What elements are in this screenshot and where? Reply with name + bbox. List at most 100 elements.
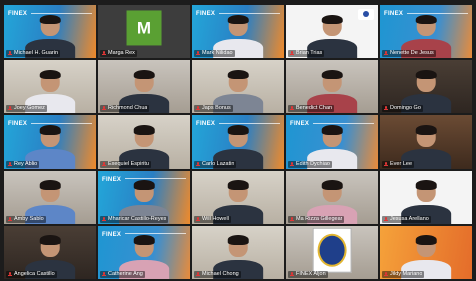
participant-name: Nenette De Jesus — [390, 50, 434, 57]
muted-mic-icon — [102, 272, 106, 277]
muted-mic-icon — [384, 272, 388, 277]
name-label: Angelica Castillo — [6, 271, 57, 278]
name-label: Jesusa Arellano — [382, 215, 431, 223]
video-tile[interactable]: Ma Rizza Gillegear — [286, 170, 378, 224]
participant-name: Mark Nilidao — [202, 50, 233, 57]
video-tile[interactable]: Ever Lee — [380, 115, 472, 169]
participant-name: Brian Trias — [296, 50, 323, 57]
name-label: FINEX Aljon — [288, 271, 328, 278]
muted-mic-icon — [102, 216, 106, 222]
participant-name: Rey Ablio — [14, 160, 38, 167]
name-label: Rey Ablio — [6, 160, 40, 168]
video-tile[interactable]: FINEX Catherine Ang — [98, 225, 190, 279]
name-label: Mark Nilidao — [194, 50, 235, 58]
muted-mic-icon — [290, 106, 294, 111]
name-label: Ever Lee — [382, 160, 415, 168]
muted-mic-icon — [8, 51, 12, 56]
participant-name: Exequiel Espiritu — [108, 160, 149, 167]
muted-mic-icon — [196, 272, 200, 277]
participant-name: Japs Bonus — [202, 105, 231, 112]
video-tile[interactable]: Richmond Chua — [98, 60, 190, 114]
muted-mic-icon — [384, 106, 388, 111]
name-label: Brian Trias — [288, 50, 325, 58]
muted-mic-icon — [290, 216, 294, 222]
participant-name: Angelica Castillo — [14, 271, 55, 277]
video-tile[interactable]: FINEX Rey Ablio — [4, 115, 96, 169]
name-label: Japs Bonus — [194, 105, 233, 113]
participant-name: Michael Chong — [202, 271, 239, 277]
participant-name: Jildy Mariano — [390, 271, 423, 277]
video-tile[interactable]: Michael Chong — [192, 225, 284, 279]
video-tile[interactable]: Benedict Chan — [286, 60, 378, 114]
participant-name: Benedict Chan — [296, 105, 333, 112]
video-tile[interactable]: FINEX Mharicar Castillo-Reyes — [98, 170, 190, 224]
participant-name: Ever Lee — [390, 160, 413, 167]
video-tile[interactable]: FINEX Carlo Lazatin — [192, 115, 284, 169]
muted-mic-icon — [8, 272, 12, 277]
muted-mic-icon — [8, 106, 12, 111]
muted-mic-icon — [290, 51, 294, 56]
participant-name: Carlo Lazatin — [202, 160, 235, 167]
muted-mic-icon — [8, 161, 12, 167]
participant-name: Mharicar Castillo-Reyes — [108, 215, 167, 222]
muted-mic-icon — [196, 51, 200, 56]
name-label: Amby Sablo — [6, 215, 46, 223]
video-tile[interactable]: FINEX Mark Nilidao — [192, 5, 284, 59]
company-logo-icon — [358, 9, 374, 20]
participant-name: Richmond Chua — [108, 105, 148, 112]
muted-mic-icon — [384, 216, 388, 222]
name-label: Michael H. Guarin — [6, 50, 61, 58]
participant-name: Jesusa Arellano — [390, 215, 429, 222]
video-tile[interactable]: Jesusa Arellano — [380, 170, 472, 224]
muted-mic-icon — [8, 216, 12, 222]
video-tile[interactable]: Domingo Go — [380, 60, 472, 114]
video-tile[interactable]: Exequiel Espiritu — [98, 115, 190, 169]
name-label: Carlo Lazatin — [194, 160, 237, 168]
muted-mic-icon — [290, 272, 294, 277]
participant-name: Catherine Ang — [108, 271, 143, 277]
name-label: Will Howell — [194, 215, 231, 223]
video-tile[interactable]: Jildy Mariano — [380, 225, 472, 279]
video-tile[interactable]: Amby Sablo — [4, 170, 96, 224]
name-label: Edith Dychiao — [288, 160, 332, 168]
name-label: Joey Gomez — [6, 105, 47, 113]
muted-mic-icon — [102, 106, 106, 111]
participant-name: Domingo Go — [390, 105, 421, 112]
participant-name: Ma Rizza Gillegear — [296, 215, 343, 222]
video-tile[interactable]: Angelica Castillo — [4, 225, 96, 279]
video-tile[interactable]: FINEX Nenette De Jesus — [380, 5, 472, 59]
muted-mic-icon — [196, 216, 200, 222]
name-label: Nenette De Jesus — [382, 50, 436, 58]
name-label: Catherine Ang — [100, 271, 145, 278]
muted-mic-icon — [102, 51, 106, 56]
finex-seal-icon — [312, 227, 352, 273]
video-tile[interactable]: FINEX Aljon — [286, 225, 378, 279]
name-label: Exequiel Espiritu — [100, 160, 151, 168]
participant-name: Michael H. Guarin — [14, 50, 59, 57]
muted-mic-icon — [196, 161, 200, 167]
name-label: Benedict Chan — [288, 105, 335, 113]
video-tile[interactable]: Japs Bonus — [192, 60, 284, 114]
participant-name: FINEX Aljon — [296, 271, 326, 277]
muted-mic-icon — [196, 106, 200, 111]
avatar: M — [126, 10, 162, 46]
video-tile[interactable]: Brian Trias — [286, 5, 378, 59]
participant-name: Edith Dychiao — [296, 160, 330, 167]
name-label: Domingo Go — [382, 105, 423, 113]
participant-name: Amby Sablo — [14, 215, 44, 222]
participant-name: Marga Rex — [108, 50, 135, 57]
video-tile[interactable]: M Marga Rex — [98, 5, 190, 59]
muted-mic-icon — [384, 51, 388, 56]
participant-name: Joey Gomez — [14, 105, 45, 112]
video-tile[interactable]: FINEX Michael H. Guarin — [4, 5, 96, 59]
name-label: Richmond Chua — [100, 105, 150, 113]
video-tile[interactable]: Will Howell — [192, 170, 284, 224]
name-label: Mharicar Castillo-Reyes — [100, 215, 169, 223]
participant-name: Will Howell — [202, 215, 229, 222]
name-label: Jildy Mariano — [382, 271, 425, 278]
muted-mic-icon — [290, 161, 294, 167]
name-label: Michael Chong — [194, 271, 241, 278]
video-tile[interactable]: FINEX Edith Dychiao — [286, 115, 378, 169]
muted-mic-icon — [384, 161, 388, 167]
video-tile[interactable]: Joey Gomez — [4, 60, 96, 114]
